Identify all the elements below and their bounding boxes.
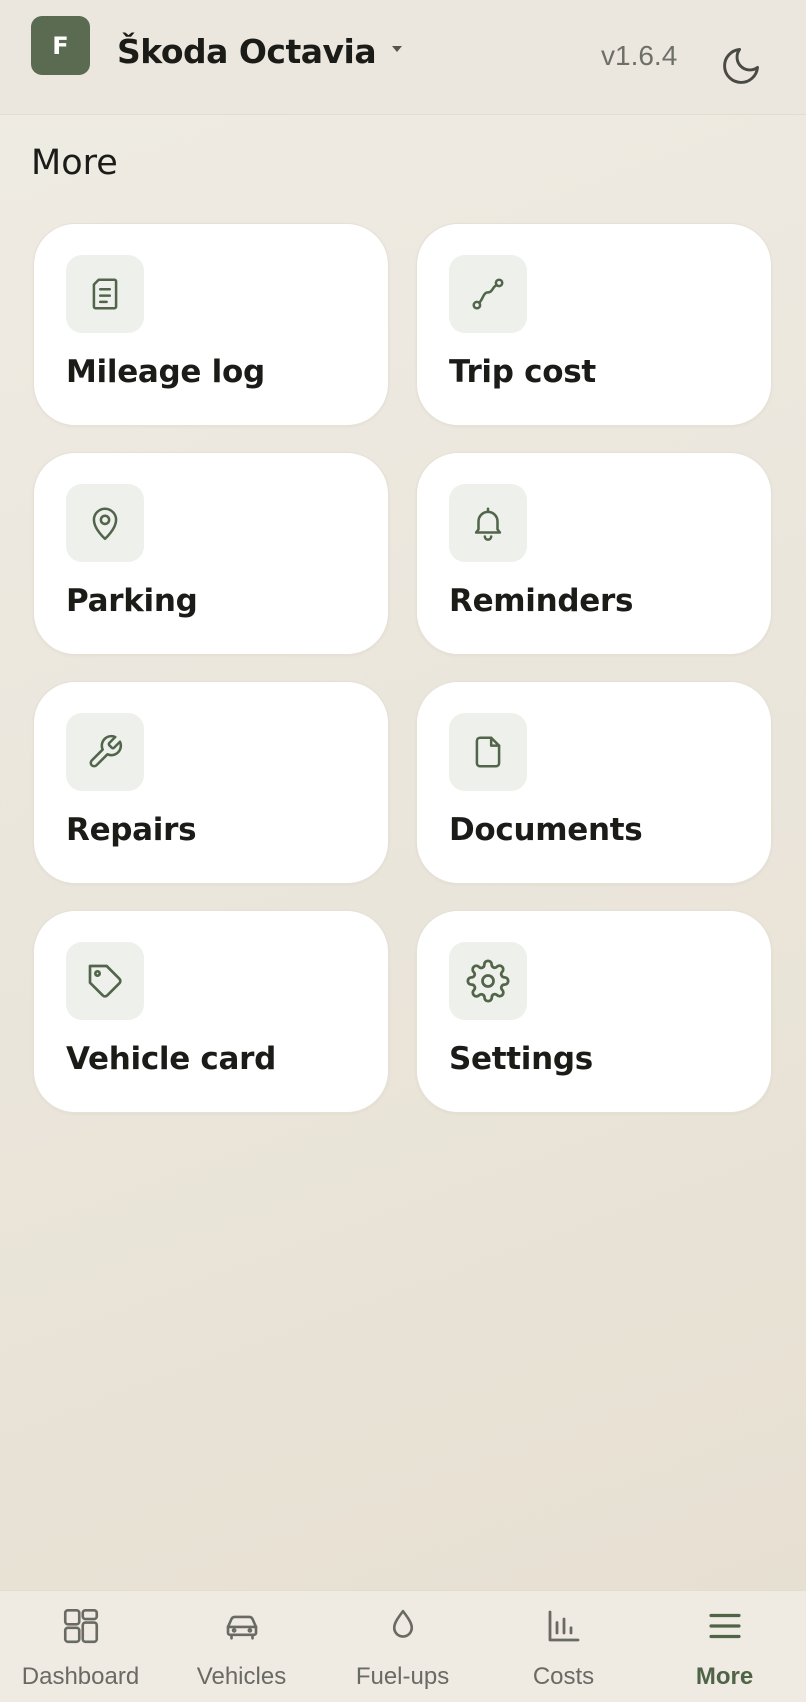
menu-card-label: Mileage log <box>66 354 265 390</box>
nav-label: Vehicles <box>196 1663 287 1690</box>
menu-card-label: Trip cost <box>449 354 596 390</box>
nav-item-vehicles[interactable]: Vehicles <box>161 1591 322 1702</box>
tag-icon <box>88 964 122 998</box>
user-avatar[interactable]: F <box>31 16 90 75</box>
nav-label: Fuel-ups <box>355 1663 450 1690</box>
vehicle-selector[interactable]: Škoda Octavia <box>117 28 403 74</box>
wrench-icon <box>89 734 123 768</box>
menu-card-documents[interactable]: Documents <box>416 681 772 884</box>
nav-item-dashboard[interactable]: Dashboard <box>0 1591 161 1702</box>
nav-item-fuel-ups[interactable]: Fuel-ups <box>322 1591 483 1702</box>
menu-card-label: Repairs <box>66 812 197 848</box>
menu-card-mileage-log[interactable]: Mileage log <box>33 223 389 426</box>
menu-card-parking[interactable]: Parking <box>33 452 389 655</box>
map-pin-icon <box>92 507 118 541</box>
menu-card-vehicle-card[interactable]: Vehicle card <box>33 910 389 1113</box>
menu-card-reminders[interactable]: Reminders <box>416 452 772 655</box>
gear-icon <box>466 959 510 1003</box>
file-icon <box>475 736 501 768</box>
bar-chart-icon <box>548 1610 580 1642</box>
nav-label: More <box>695 1663 754 1690</box>
menu-card-label: Documents <box>449 812 643 848</box>
nav-label: Costs <box>532 1663 595 1690</box>
nav-item-more[interactable]: More <box>644 1591 805 1702</box>
menu-card-label: Settings <box>449 1041 593 1077</box>
menu-card-trip-cost[interactable]: Trip cost <box>416 223 772 426</box>
dashboard-icon <box>63 1608 99 1644</box>
bottom-nav: Dashboard Vehicles Fuel-ups Costs More <box>0 1590 806 1702</box>
chevron-down-icon <box>392 46 403 52</box>
app-version: v1.6.4 <box>601 40 678 71</box>
menu-card-label: Reminders <box>449 583 634 619</box>
moon-icon[interactable] <box>719 44 763 88</box>
app-header: F Škoda Octavia v1.6.4 <box>0 0 806 115</box>
menu-card-settings[interactable]: Settings <box>416 910 772 1113</box>
bell-icon <box>474 507 502 541</box>
document-list-icon <box>92 278 118 310</box>
nav-item-costs[interactable]: Costs <box>483 1591 644 1702</box>
menu-card-repairs[interactable]: Repairs <box>33 681 389 884</box>
route-icon <box>472 278 504 310</box>
vehicle-name: Škoda Octavia <box>117 31 377 71</box>
menu-card-label: Vehicle card <box>66 1041 277 1077</box>
menu-icon <box>709 1613 741 1639</box>
menu-card-label: Parking <box>66 583 198 619</box>
droplet-icon <box>392 1609 414 1638</box>
nav-label: Dashboard <box>21 1663 140 1690</box>
car-icon <box>226 1615 258 1640</box>
page-title: More <box>31 143 118 183</box>
